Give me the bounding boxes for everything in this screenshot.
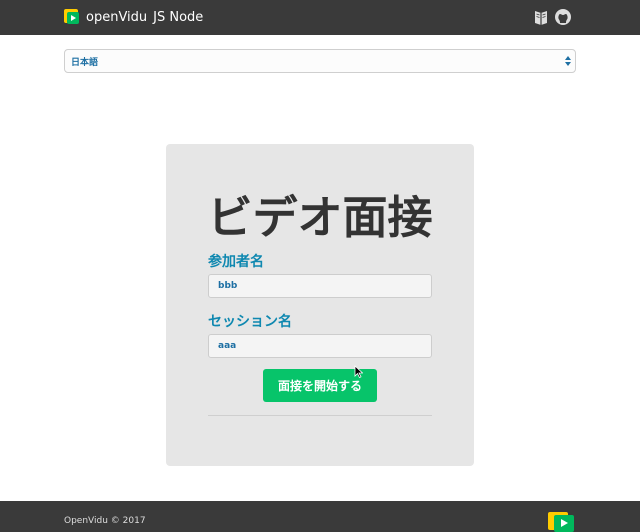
- card-divider: [208, 415, 432, 416]
- session-label: セッション名: [208, 314, 292, 330]
- select-arrows-icon: [565, 56, 571, 66]
- participant-label: 参加者名: [208, 254, 264, 270]
- session-input[interactable]: [208, 334, 432, 358]
- brand-title: openVidu JS Node: [86, 10, 203, 25]
- brand-name: openVidu: [86, 9, 148, 25]
- openvidu-logo-icon: [64, 9, 80, 25]
- page-title: ビデオ面接: [207, 191, 433, 244]
- github-icon[interactable]: [554, 8, 572, 26]
- brand-subtitle: JS Node: [153, 9, 204, 25]
- language-select[interactable]: 日本語: [64, 49, 576, 73]
- language-select-value: 日本語: [71, 57, 99, 68]
- openvidu-footer-logo-icon[interactable]: [548, 512, 574, 532]
- brand-link[interactable]: openVidu JS Node: [64, 9, 203, 25]
- participant-input[interactable]: [208, 274, 432, 298]
- footer-copyright: OpenVidu © 2017: [64, 516, 146, 526]
- mouse-cursor-icon: [354, 365, 363, 378]
- book-icon[interactable]: [532, 8, 550, 26]
- footer: OpenVidu © 2017: [0, 501, 640, 532]
- join-session-card: ビデオ面接 参加者名 セッション名 面接を開始する: [166, 144, 474, 466]
- top-navbar: openVidu JS Node: [0, 0, 640, 35]
